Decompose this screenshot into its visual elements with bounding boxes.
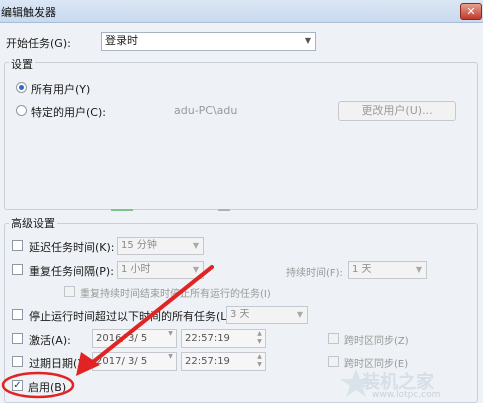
watermark-site: www.lotpc.com — [372, 390, 441, 400]
highlight-circle — [1, 371, 75, 399]
annotation-arrow — [86, 265, 214, 368]
arrow-head-icon — [76, 352, 100, 376]
annotation-overlay — [1, 265, 214, 399]
